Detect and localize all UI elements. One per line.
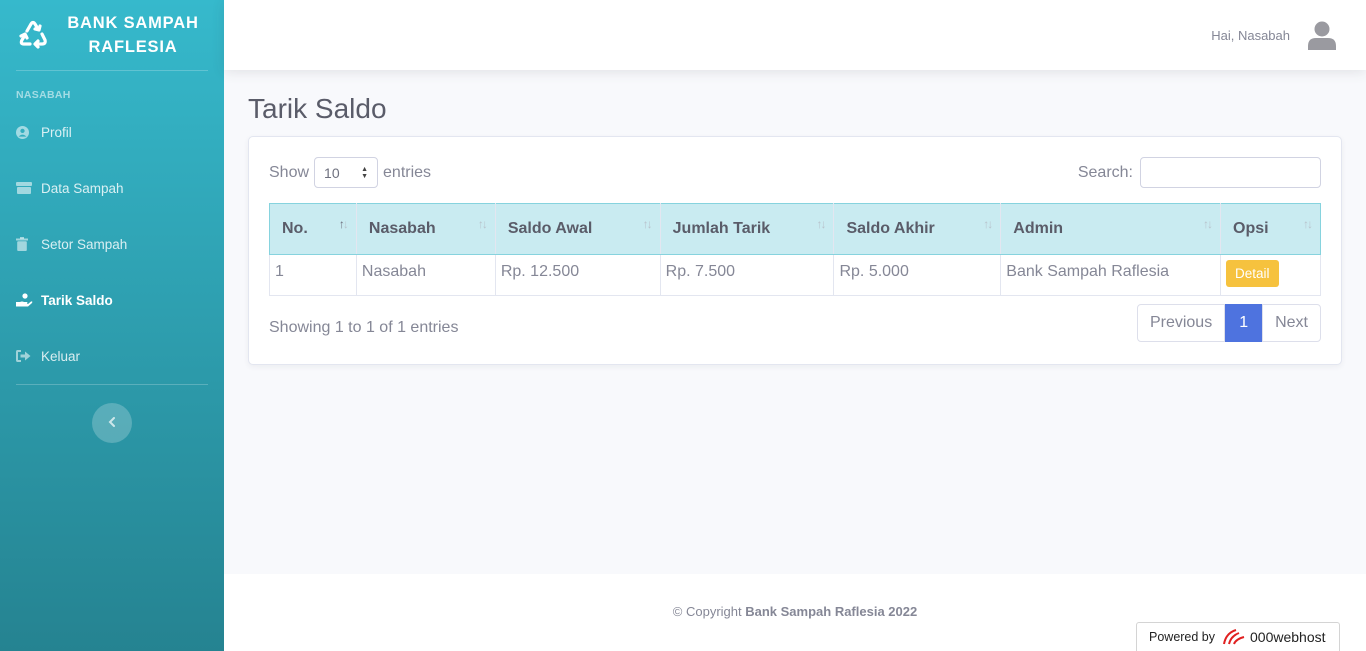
sign-out-icon [16, 349, 34, 363]
entries-select[interactable]: 10 ▲ ▼ [314, 157, 379, 188]
show-label: Show [269, 163, 310, 181]
webhost-name: 000webhost [1250, 629, 1326, 645]
cell-nasabah: Nasabah [355, 254, 496, 296]
sidebar-divider [16, 384, 208, 385]
sidebar-item-data-sampah[interactable]: Data Sampah [0, 160, 224, 216]
column-header-saldo-awal[interactable]: Saldo Awal ↑↓ [494, 203, 661, 255]
search-input[interactable] [1140, 157, 1321, 188]
cell-saldo-awal: Rp. 12.500 [494, 254, 661, 296]
sidebar: BANK SAMPAH RAFLESIA NASABAH Profil Data… [0, 0, 224, 651]
brand-name: BANK SAMPAH RAFLESIA [67, 14, 199, 56]
table-header-row: No. ↑↓ Nasabah ↑↓ Saldo Awal ↑↓ Jumlah Tari… [269, 203, 1321, 255]
sidebar-item-keluar[interactable]: Keluar [0, 328, 224, 384]
sort-icon: ↑↓ [1303, 217, 1313, 231]
sidebar-item-label: Setor Sampah [41, 236, 128, 252]
powered-label: Powered by [1149, 630, 1216, 644]
column-header-no[interactable]: No. ↑↓ [269, 203, 357, 255]
entries-select-value: 10 [324, 164, 340, 181]
sort-icon: ↑↓ [642, 217, 653, 231]
entries-label: entries [383, 163, 432, 181]
sidebar-item-label: Profil [41, 124, 72, 140]
column-header-nasabah[interactable]: Nasabah ↑↓ [355, 203, 496, 255]
column-header-jumlah-tarik[interactable]: Jumlah Tarik ↑↓ [659, 203, 835, 255]
previous-button[interactable]: Previous [1136, 304, 1226, 342]
powered-by-badge[interactable]: Powered by 000webhost [1136, 622, 1340, 651]
sidebar-toggle-button[interactable] [92, 403, 132, 443]
user-greeting[interactable]: Hai, Nasabah [1211, 28, 1290, 43]
page-title: Tarik Saldo [248, 93, 387, 124]
cell-no: 1 [269, 254, 357, 296]
sidebar-item-profil[interactable]: Profil [0, 104, 224, 160]
data-table: No. ↑↓ Nasabah ↑↓ Saldo Awal ↑↓ Jumlah Tari… [269, 203, 1321, 296]
cell-opsi: Detail [1220, 254, 1321, 296]
table-row: 1 Nasabah Rp. 12.500 Rp. 7.500 Rp. 5.000… [269, 254, 1321, 296]
sort-icon: ↑↓ [477, 217, 488, 231]
brand[interactable]: BANK SAMPAH RAFLESIA [0, 0, 224, 70]
page-1-button[interactable]: 1 [1225, 304, 1263, 342]
sidebar-item-label: Tarik Saldo [41, 292, 113, 308]
trash-icon [16, 237, 34, 251]
column-header-admin[interactable]: Admin ↑↓ [1000, 203, 1222, 255]
sort-icon: ↑↓ [983, 217, 993, 231]
pagination: Previous 1 Next [1136, 304, 1321, 342]
sidebar-heading: NASABAH [16, 89, 71, 101]
sidebar-item-tarik-saldo[interactable]: Tarik Saldo [0, 272, 224, 328]
chevron-left-icon [108, 414, 116, 432]
cell-jumlah-tarik: Rp. 7.500 [659, 254, 835, 296]
detail-button[interactable]: Detail [1226, 260, 1279, 287]
topbar: Hai, Nasabah [224, 0, 1366, 70]
copyright: © Copyright Bank Sampah Raflesia 2022 [672, 604, 918, 619]
sidebar-item-label: Keluar [41, 348, 81, 364]
search-label: Search: [1077, 163, 1133, 181]
cell-saldo-akhir: Rp. 5.000 [833, 254, 1002, 296]
archive-icon [16, 181, 34, 195]
column-header-opsi[interactable]: Opsi ↑↓ [1220, 203, 1321, 255]
user-avatar-icon[interactable] [1308, 20, 1336, 50]
sort-icon: ↑↓ [1203, 217, 1213, 231]
copyright-name: Bank Sampah Raflesia 2022 [745, 604, 918, 619]
sidebar-item-setor-sampah[interactable]: Setor Sampah [0, 216, 224, 272]
next-button[interactable]: Next [1262, 304, 1321, 342]
recycle-icon [16, 18, 50, 52]
select-arrows-icon: ▲ ▼ [361, 166, 369, 180]
search-control: Search: [1078, 157, 1321, 188]
sort-asc-icon: ↑↓ [338, 217, 349, 231]
entries-length-control: Show 10 ▲ ▼ entries [269, 157, 431, 188]
cell-admin: Bank Sampah Raflesia [1000, 254, 1222, 296]
webhost-logo-icon [1222, 628, 1246, 646]
sort-icon: ↑↓ [816, 217, 826, 231]
hand-holding-icon [16, 293, 34, 307]
column-header-saldo-akhir[interactable]: Saldo Akhir ↑↓ [833, 203, 1002, 255]
data-card: Show 10 ▲ ▼ entries Search: No. ↑↓ Nasabah… [248, 136, 1342, 365]
user-circle-icon [16, 125, 34, 139]
sidebar-item-label: Data Sampah [41, 180, 124, 196]
table-info: Showing 1 to 1 of 1 entries [269, 319, 459, 336]
